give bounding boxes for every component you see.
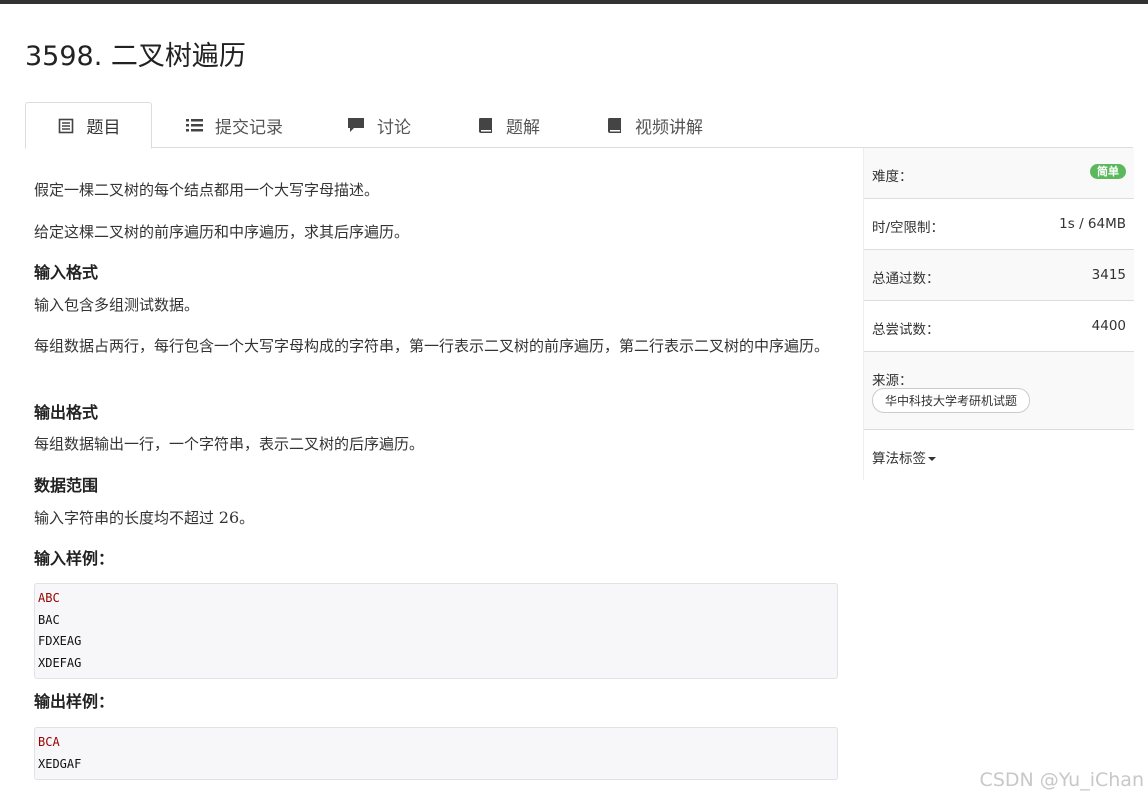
limit-label: 时/空限制： <box>872 220 945 236</box>
source-label: 来源： <box>872 373 913 389</box>
passed-row: 总通过数： 3415 <box>864 250 1134 301</box>
book-icon <box>476 116 494 134</box>
tab-submissions[interactable]: 提交记录 <box>185 102 283 148</box>
attempts-label: 总尝试数： <box>872 322 940 338</box>
tab-solutions[interactable]: 题解 <box>476 102 540 148</box>
code-line: ABC <box>38 591 60 605</box>
code-line: FDXEAG <box>38 634 82 648</box>
list-icon <box>185 116 203 134</box>
code-line: XEDGAF <box>38 756 82 771</box>
limit-value: 1s / 64MB <box>1059 216 1126 232</box>
difficulty-badge: 简单 <box>1090 164 1126 179</box>
sample-output-code[interactable]: BCA XEDGAF <box>34 727 838 780</box>
input-format-text: 每组数据占两行，每行包含一个大写字母构成的字符串，第一行表示二叉树的前序遍历，第… <box>34 337 830 355</box>
algorithm-tags-toggle[interactable]: 算法标签 <box>872 447 936 467</box>
top-bar <box>0 0 1148 4</box>
document-icon <box>57 117 75 135</box>
problem-info-sidebar: 难度： 简单 时/空限制： 1s / 64MB 总通过数： 3415 总尝试数：… <box>863 148 1134 481</box>
code-line: BAC <box>38 612 60 627</box>
output-format-text: 每组数据输出一行，一个字符串，表示二叉树的后序遍历。 <box>34 435 425 453</box>
tab-problem[interactable]: 题目 <box>25 102 152 149</box>
data-range-text: 输入字符串的长度均不超过 26。 <box>34 506 254 530</box>
tab-label: 题目 <box>86 118 121 138</box>
tab-label: 视频讲解 <box>635 117 703 138</box>
attempts-value: 4400 <box>1091 318 1126 334</box>
data-range-label: 输入字符串的长度均不超过 <box>34 509 215 527</box>
tab-discussion[interactable]: 讨论 <box>347 102 411 148</box>
tab-label: 提交记录 <box>215 117 283 138</box>
tab-video[interactable]: 视频讲解 <box>605 102 703 148</box>
description-paragraph: 假定一棵二叉树的每个结点都用一个大写字母描述。 <box>34 181 380 199</box>
input-format-text: 输入包含多组测试数据。 <box>34 296 200 314</box>
tags-row: 算法标签 <box>864 430 1134 481</box>
caret-down-icon <box>928 457 936 461</box>
tab-label: 题解 <box>506 117 540 138</box>
data-range-value: 26 <box>218 508 240 527</box>
difficulty-row: 难度： 简单 <box>864 148 1134 199</box>
tab-label: 讨论 <box>377 117 411 138</box>
limit-row: 时/空限制： 1s / 64MB <box>864 199 1134 250</box>
output-format-heading: 输出格式 <box>34 403 99 422</box>
input-format-heading: 输入格式 <box>34 263 99 282</box>
description-paragraph: 给定这棵二叉树的前序遍历和中序遍历，求其后序遍历。 <box>34 223 410 241</box>
watermark: CSDN @Yu_iChan <box>979 769 1144 791</box>
difficulty-label: 难度： <box>872 169 913 185</box>
passed-label: 总通过数： <box>872 271 940 287</box>
attempts-row: 总尝试数： 4400 <box>864 301 1134 352</box>
passed-value: 3415 <box>1091 267 1126 283</box>
source-tag[interactable]: 华中科技大学考研机试题 <box>872 388 1031 413</box>
sample-input-code[interactable]: ABC BAC FDXEAG XDEFAG <box>34 583 838 679</box>
sample-output-heading: 输出样例： <box>34 692 115 711</box>
sample-input-heading: 输入样例： <box>34 549 115 568</box>
data-range-heading: 数据范围 <box>34 476 99 495</box>
algorithm-tags-label: 算法标签 <box>872 451 926 467</box>
problem-tabs: 题目 提交记录 讨论 题解 视频讲解 <box>25 102 1133 149</box>
source-row: 来源： 华中科技大学考研机试题 <box>864 352 1134 430</box>
code-line: BCA <box>38 735 60 749</box>
problem-title: 3598. 二叉树遍历 <box>25 41 246 72</box>
comment-icon <box>347 116 365 134</box>
code-line: XDEFAG <box>38 655 82 670</box>
book-icon <box>605 116 623 134</box>
data-range-suffix: 。 <box>239 509 255 527</box>
